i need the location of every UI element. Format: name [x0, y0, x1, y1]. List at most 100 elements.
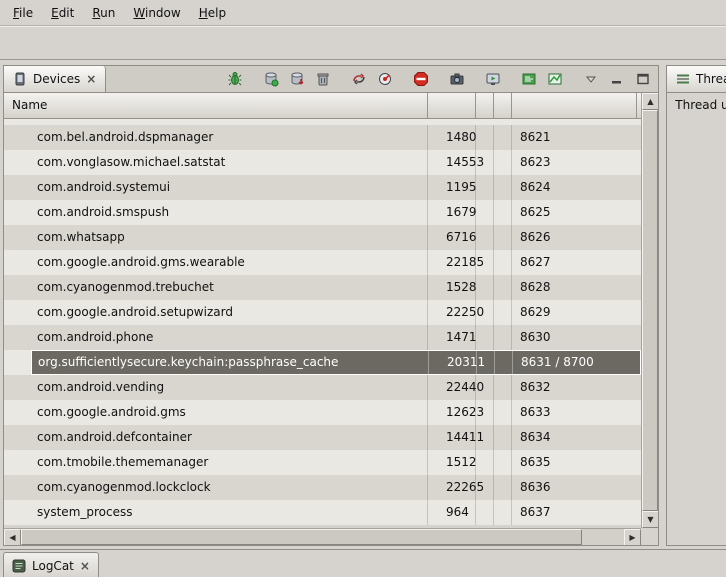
row-body: com.bel.android.dspmanager 1480 8621: [31, 125, 641, 150]
process-name-cell: com.android.systemui: [31, 175, 428, 200]
menu-item[interactable]: Run: [83, 2, 124, 24]
row-body: com.android.vending 22440 8632: [31, 375, 641, 400]
debug-process-button[interactable]: [225, 69, 245, 89]
table-row[interactable]: com.android.smspush 1679 8625: [4, 200, 641, 225]
tab-logcat[interactable]: LogCat ×: [3, 552, 99, 577]
port-cell: 8636: [512, 475, 641, 500]
capture-systrace-button[interactable]: [519, 69, 539, 89]
pid-cell: 1195: [428, 175, 476, 200]
devices-view: Devices ×: [3, 65, 659, 546]
port-cell: 8629: [512, 300, 641, 325]
devices-table: Name com.bel.android.dspmanager: [4, 93, 641, 528]
process-name-cell: com.vonglasow.michael.satstat: [31, 150, 428, 175]
start-opengl-trace-button[interactable]: [545, 69, 565, 89]
row-indent: [4, 175, 31, 200]
empty-cell: [494, 325, 512, 350]
column-header-pid[interactable]: [428, 93, 476, 118]
column-header-port[interactable]: [512, 93, 637, 118]
row-body: com.android.smspush 1679 8625: [31, 200, 641, 225]
tab-threads[interactable]: Threads ×: [667, 66, 726, 92]
scroll-right-button[interactable]: ▶: [624, 529, 641, 545]
table-row[interactable]: com.google.android.setupwizard 22250 862…: [4, 300, 641, 325]
threads-message: Thread updates not enabled for selected …: [667, 93, 726, 129]
update-heap-icon: [263, 71, 279, 87]
column-header-name[interactable]: Name: [4, 93, 428, 118]
row-indent: [4, 200, 31, 225]
horizontal-scrollbar-thumb[interactable]: [21, 529, 582, 545]
screen-capture-button[interactable]: [447, 69, 467, 89]
menu-item[interactable]: Window: [124, 2, 189, 24]
menu-item[interactable]: File: [4, 2, 42, 24]
dump-hprof-icon: [289, 71, 305, 87]
port-cell: 8628: [512, 275, 641, 300]
empty-cell: [476, 200, 494, 225]
empty-cell: [476, 275, 494, 300]
pid-cell: 22440: [428, 375, 476, 400]
empty-cell: [476, 325, 494, 350]
logcat-tab-close-icon[interactable]: ×: [79, 560, 91, 572]
table-row[interactable]: system_process 964 8637: [4, 500, 641, 525]
stop-process-button[interactable]: [411, 69, 431, 89]
tab-devices[interactable]: Devices ×: [4, 66, 106, 92]
view-menu-button[interactable]: [581, 69, 601, 89]
cause-gc-button[interactable]: [313, 69, 333, 89]
horizontal-scrollbar[interactable]: ◀ ▶: [4, 528, 641, 545]
maximize-view-button[interactable]: [633, 69, 653, 89]
empty-cell: [494, 275, 512, 300]
threads-tabbar: Threads ×: [667, 66, 726, 93]
column-header-empty[interactable]: [494, 93, 512, 118]
scroll-up-button[interactable]: ▲: [642, 93, 658, 110]
dump-hprof-button[interactable]: [287, 69, 307, 89]
row-indent: [4, 225, 31, 250]
stop-sign-icon: [413, 71, 429, 87]
row-body: com.android.systemui 1195 8624: [31, 175, 641, 200]
pid-cell: 964: [428, 500, 476, 525]
update-threads-button[interactable]: [349, 69, 369, 89]
table-row[interactable]: com.android.systemui 1195 8624: [4, 175, 641, 200]
vertical-scrollbar-thumb[interactable]: [642, 110, 658, 511]
minimize-view-button[interactable]: [607, 69, 627, 89]
devices-tab-close-icon[interactable]: ×: [85, 73, 97, 85]
menu-item[interactable]: Edit: [42, 2, 83, 24]
table-row[interactable]: com.android.phone 1471 8630: [4, 325, 641, 350]
vertical-scrollbar[interactable]: ▲ ▼: [641, 93, 658, 528]
process-name-cell: system_process: [31, 500, 428, 525]
table-row[interactable]: com.android.defcontainer 14411 8634: [4, 425, 641, 450]
column-header-empty[interactable]: [476, 93, 494, 118]
empty-cell: [494, 400, 512, 425]
empty-cell: [494, 425, 512, 450]
scrollbar-track[interactable]: [582, 529, 624, 545]
start-method-profiling-button[interactable]: [375, 69, 395, 89]
process-name-cell: com.whatsapp: [31, 225, 428, 250]
threads-message-line1: Thread updates not enabled for selected …: [667, 97, 726, 113]
camera-icon: [449, 71, 465, 87]
table-row[interactable]: com.cyanogenmod.trebuchet 1528 8628: [4, 275, 641, 300]
table-row[interactable]: com.bel.android.dspmanager 1480 8621: [4, 125, 641, 150]
logcat-bar: LogCat ×: [0, 549, 726, 577]
table-row[interactable]: com.google.android.gms 12623 8633: [4, 400, 641, 425]
scroll-left-button[interactable]: ◀: [4, 529, 21, 545]
update-threads-icon: [351, 71, 367, 87]
table-row[interactable]: com.google.android.gms.wearable 22185 86…: [4, 250, 641, 275]
row-body: com.cyanogenmod.lockclock 22265 8636: [31, 475, 641, 500]
pid-cell: 1471: [428, 325, 476, 350]
threads-tab-label: Threads: [696, 72, 726, 86]
screen-record-button[interactable]: [483, 69, 503, 89]
scroll-down-button[interactable]: ▼: [642, 511, 658, 528]
table-row[interactable]: com.android.vending 22440 8632: [4, 375, 641, 400]
row-body: system_process 964 8637: [31, 500, 641, 525]
main-area: Devices ×: [0, 62, 726, 549]
empty-cell: [476, 475, 494, 500]
menu-item[interactable]: Help: [190, 2, 235, 24]
update-heap-button[interactable]: [261, 69, 281, 89]
table-row[interactable]: com.whatsapp 6716 8626: [4, 225, 641, 250]
method-profiling-icon: [377, 71, 393, 87]
process-name-cell: com.tmobile.thememanager: [31, 450, 428, 475]
pid-cell: 12623: [428, 400, 476, 425]
table-row[interactable]: com.vonglasow.michael.satstat 14553 8623: [4, 150, 641, 175]
table-row[interactable]: org.sufficientlysecure.keychain:passphra…: [4, 350, 641, 375]
table-row[interactable]: com.cyanogenmod.lockclock 22265 8636: [4, 475, 641, 500]
port-cell: 8626: [512, 225, 641, 250]
table-row[interactable]: com.tmobile.thememanager 1512 8635: [4, 450, 641, 475]
row-indent: [4, 325, 31, 350]
